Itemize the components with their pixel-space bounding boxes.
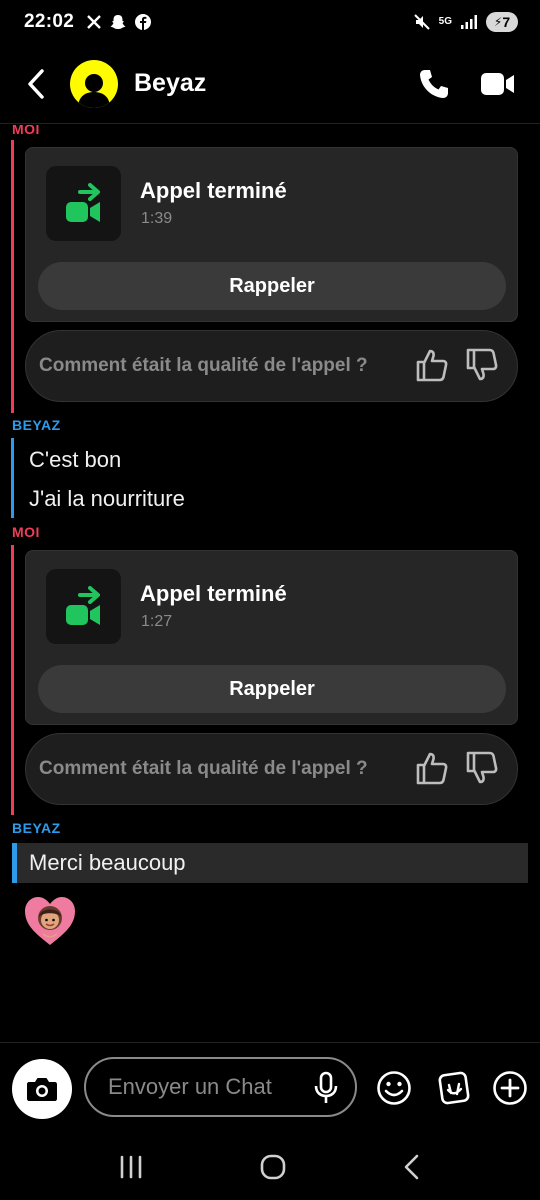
call-quality-feedback: Comment était la qualité de l'appel ? [25, 330, 518, 402]
header-actions [418, 68, 516, 100]
contact-name[interactable]: Beyaz [134, 69, 206, 98]
status-bar: 22:02 5G ⚡ 7 [0, 0, 540, 44]
system-icons: 5G ⚡ 7 [413, 12, 518, 32]
call-ended-icon-box [46, 569, 121, 644]
snapchat-icon [110, 15, 126, 29]
sender-label-beyaz: BEYAZ [12, 820, 61, 836]
battery-level: 7 [502, 14, 511, 30]
memories-gallery-icon[interactable] [437, 1070, 473, 1106]
message-side-line [11, 438, 14, 518]
signal-icon [461, 15, 477, 29]
feedback-buttons [415, 347, 499, 383]
camera-icon [27, 1078, 57, 1101]
avatar[interactable] [70, 59, 118, 108]
call-quality-feedback: Comment était la qualité de l'appel ? [25, 733, 518, 805]
call-ended-icon-box [46, 166, 121, 241]
chat-messages: MOI Appel terminé 1:39 Rappeler Comment … [0, 125, 540, 1042]
thumbs-down-icon[interactable] [465, 347, 499, 383]
camera-button[interactable] [12, 1059, 72, 1119]
heart-avatar-reaction-icon[interactable] [23, 895, 77, 947]
chat-composer: Envoyer un Chat [0, 1042, 540, 1134]
call-duration: 1:27 [141, 613, 173, 630]
call-quality-question: Comment était la qualité de l'appel ? [39, 355, 368, 376]
call-ended-card[interactable]: Appel terminé 1:39 Rappeler [25, 147, 518, 322]
network-label: 5G [438, 16, 452, 27]
call-ended-card[interactable]: Appel terminé 1:27 Rappeler [25, 550, 518, 725]
thumbs-down-icon[interactable] [465, 750, 499, 786]
sender-label-moi: MOI [12, 125, 40, 137]
message-text[interactable]: C'est bon [29, 447, 121, 473]
facebook-icon [135, 14, 152, 30]
back-button[interactable] [16, 64, 56, 104]
recall-button[interactable]: Rappeler [38, 262, 506, 310]
message-side-line [12, 843, 17, 883]
phone-call-icon[interactable] [418, 68, 450, 100]
outgoing-video-call-icon [65, 182, 100, 222]
feedback-buttons [415, 750, 499, 786]
notification-icons [86, 13, 152, 31]
call-title: Appel terminé [140, 581, 287, 606]
message-side-line [11, 140, 14, 413]
system-nav-bar [0, 1134, 540, 1200]
recall-button[interactable]: Rappeler [38, 665, 506, 713]
home-icon[interactable] [259, 1153, 287, 1181]
call-duration: 1:39 [141, 210, 173, 227]
video-call-icon[interactable] [480, 70, 516, 98]
bitmoji-smiley-icon[interactable] [376, 1070, 412, 1106]
outgoing-video-call-icon [65, 585, 100, 625]
x-icon [87, 15, 101, 29]
chevron-left-icon [28, 68, 44, 99]
message-text[interactable]: Merci beaucoup [29, 850, 186, 876]
call-quality-question: Comment était la qualité de l'appel ? [39, 758, 368, 779]
thumbs-up-icon[interactable] [415, 347, 449, 383]
status-time: 22:02 [24, 11, 75, 32]
chat-input-placeholder: Envoyer un Chat [108, 1074, 272, 1099]
back-nav-icon[interactable] [401, 1153, 423, 1181]
thumbs-up-icon[interactable] [415, 750, 449, 786]
battery-icon: ⚡ 7 [486, 12, 518, 32]
sender-label-moi: MOI [12, 524, 40, 540]
message-text[interactable]: J'ai la nourriture [29, 486, 185, 512]
message-side-line [11, 545, 14, 815]
chat-header: Beyaz [0, 44, 540, 124]
sender-label-beyaz: BEYAZ [12, 417, 61, 433]
call-title: Appel terminé [140, 178, 287, 203]
add-plus-icon[interactable] [492, 1070, 528, 1106]
chat-input[interactable]: Envoyer un Chat [84, 1057, 357, 1117]
microphone-icon[interactable] [313, 1071, 339, 1105]
recent-apps-icon[interactable] [117, 1154, 145, 1180]
default-avatar-icon [78, 73, 110, 108]
mute-icon [413, 14, 430, 30]
